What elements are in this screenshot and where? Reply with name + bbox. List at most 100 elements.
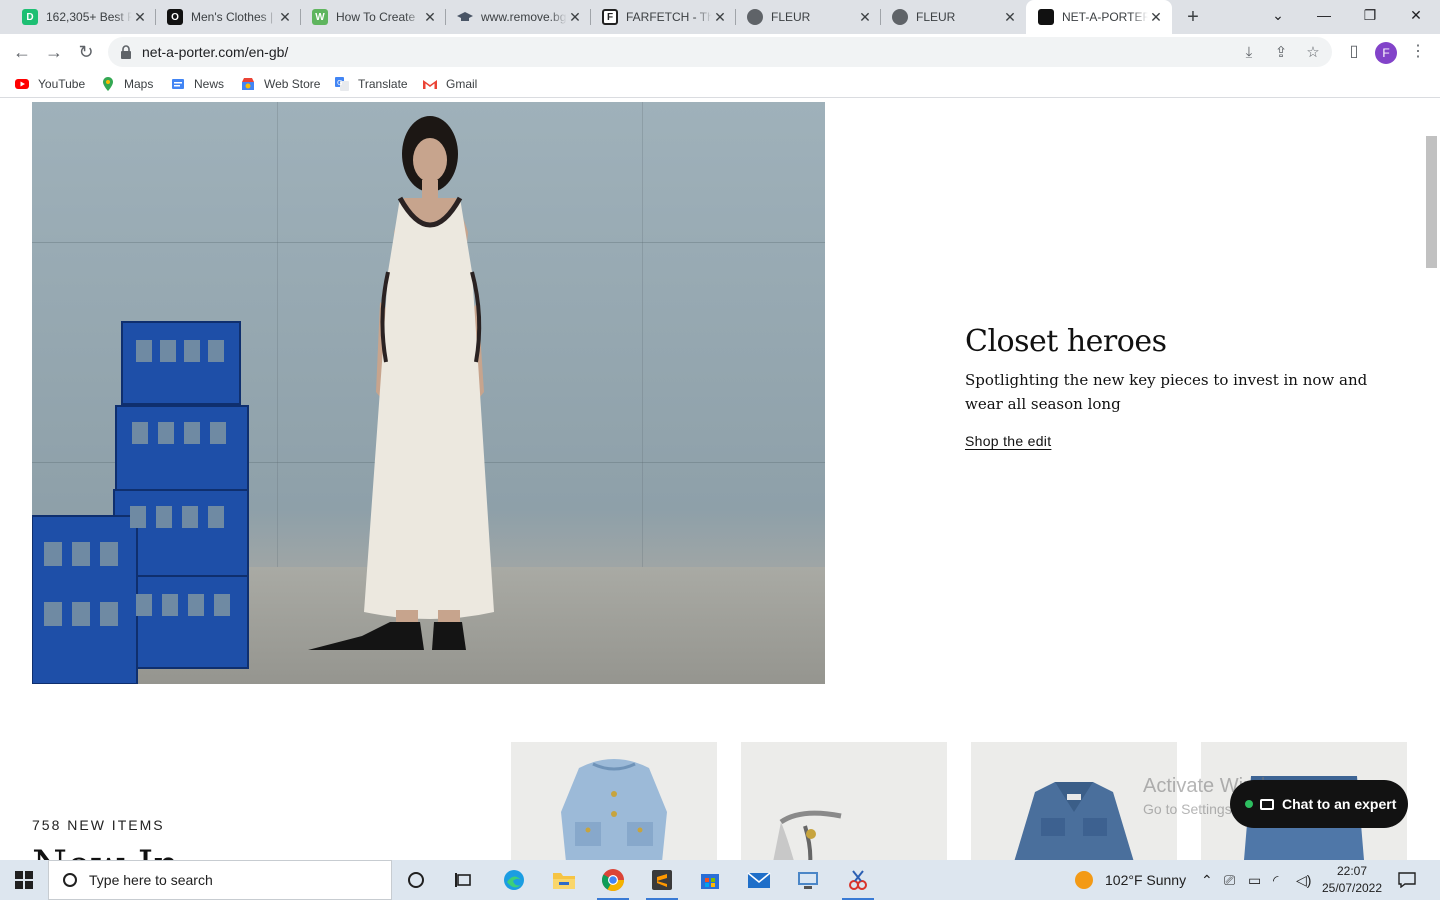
bookmark-label: News [194, 77, 225, 91]
reload-button[interactable]: ↻ [73, 39, 99, 65]
tab-title: www.remove.bg [481, 10, 567, 24]
globe-icon [747, 9, 763, 25]
product-card-heel[interactable] [741, 742, 947, 860]
battery-icon[interactable]: ▭ [1248, 860, 1261, 900]
tab-8-active[interactable]: NET-A-PORTER ✕ [1026, 0, 1172, 34]
weather-text: 102°F Sunny [1105, 872, 1187, 888]
notifications-icon[interactable] [1398, 860, 1416, 900]
minimize-button[interactable]: — [1301, 0, 1347, 30]
online-status-icon [1245, 800, 1253, 808]
close-tab-icon[interactable]: ✕ [132, 9, 148, 26]
chrome-icon[interactable] [593, 864, 633, 900]
tab-7[interactable]: FLEUR ✕ [880, 0, 1026, 34]
address-bar[interactable]: net-a-porter.com/en-gb/ ⤓ ⇪ ☆ [108, 37, 1332, 67]
bookmark-label: Maps [124, 77, 154, 91]
bookmark-gmail[interactable]: Gmail [422, 76, 477, 92]
profile-avatar[interactable]: F [1375, 42, 1397, 64]
windows-logo-icon [15, 871, 33, 889]
new-tab-button[interactable]: + [1181, 6, 1205, 28]
dribbble-favicon-icon: D [22, 9, 38, 25]
youtube-icon [14, 76, 30, 92]
chat-bubble-icon [1260, 798, 1274, 810]
bookmark-youtube[interactable]: YouTube [14, 76, 85, 92]
bookmark-web-store[interactable]: Web Store [240, 76, 320, 92]
side-panel-icon[interactable]: ▯ [1341, 39, 1367, 65]
show-hidden-icons-chevron-icon[interactable]: ⌃ [1201, 860, 1213, 900]
wifi-icon[interactable]: ◜ [1273, 860, 1278, 900]
close-tab-icon[interactable]: ✕ [422, 9, 438, 26]
tab-title: 162,305+ Best F [46, 10, 132, 24]
volume-icon[interactable]: ◁) [1296, 860, 1311, 900]
tab-title: FARFETCH - The [626, 10, 712, 24]
sublime-text-icon[interactable] [642, 864, 682, 900]
bookmark-maps[interactable]: Maps [100, 76, 153, 92]
forward-button[interactable]: → [41, 39, 67, 65]
graduation-cap-icon [457, 9, 473, 25]
more-menu-icon[interactable]: ⋮ [1405, 39, 1431, 65]
bookmark-news[interactable]: News [170, 76, 224, 92]
taskbar-clock[interactable]: 22:07 25/07/2022 [1318, 863, 1386, 897]
edge-icon[interactable] [494, 864, 534, 896]
chat-to-expert-button[interactable]: Chat to an expert [1230, 780, 1408, 828]
weather-widget[interactable]: 102°F Sunny [1075, 860, 1186, 900]
network-app-icon[interactable] [788, 864, 828, 896]
web-store-icon [240, 76, 256, 92]
back-button[interactable]: ← [9, 39, 35, 65]
scrollbar-thumb[interactable] [1426, 136, 1437, 268]
tab-5[interactable]: F FARFETCH - The ✕ [590, 0, 736, 34]
clock-time: 22:07 [1336, 864, 1368, 878]
close-window-button[interactable]: ✕ [1393, 0, 1439, 30]
restore-button[interactable]: ❐ [1347, 0, 1393, 30]
page-scrollbar[interactable] [1423, 98, 1440, 860]
cortana-icon[interactable] [396, 864, 436, 896]
meet-now-icon[interactable]: ⎚ [1224, 860, 1235, 900]
new-in-heading: New In [32, 843, 179, 860]
close-tab-icon[interactable]: ✕ [1148, 9, 1164, 26]
hero-image[interactable] [32, 102, 825, 684]
tab-1[interactable]: D 162,305+ Best F ✕ [10, 0, 156, 34]
close-tab-icon[interactable]: ✕ [712, 9, 728, 26]
site-favicon-icon: O [167, 9, 183, 25]
net-a-porter-favicon-icon [1038, 9, 1054, 25]
maps-icon [100, 76, 116, 92]
new-items-count: 758 NEW ITEMS [32, 817, 165, 833]
globe-icon [892, 9, 908, 25]
svg-text:G: G [337, 79, 342, 87]
tab-4[interactable]: www.remove.bg ✕ [445, 0, 591, 34]
tab-title: FLEUR [916, 10, 956, 24]
sun-icon [1075, 871, 1093, 889]
translate-icon: G [334, 76, 350, 92]
snipping-tool-icon[interactable] [838, 864, 878, 900]
browser-toolbar: ← → ↻ net-a-porter.com/en-gb/ ⤓ ⇪ ☆ ▯ F … [0, 34, 1440, 70]
task-view-icon[interactable] [444, 864, 484, 896]
news-icon [170, 76, 186, 92]
close-tab-icon[interactable]: ✕ [1002, 9, 1018, 26]
close-tab-icon[interactable]: ✕ [857, 9, 873, 26]
start-button[interactable] [0, 860, 48, 900]
bookmark-translate[interactable]: G Translate [334, 76, 408, 92]
shop-the-edit-link[interactable]: Shop the edit [965, 433, 1051, 449]
close-tab-icon[interactable]: ✕ [277, 9, 293, 26]
file-explorer-icon[interactable] [544, 864, 584, 896]
tab-2[interactable]: O Men's Clothes | ✕ [155, 0, 301, 34]
mail-icon[interactable] [739, 864, 779, 896]
share-icon[interactable]: ⇪ [1272, 44, 1290, 62]
metallic-heel-image [773, 810, 842, 860]
microsoft-store-icon[interactable] [690, 864, 730, 896]
tab-title: NET-A-PORTER [1062, 10, 1148, 24]
close-tab-icon[interactable]: ✕ [567, 9, 583, 26]
clock-date: 25/07/2022 [1321, 881, 1383, 895]
product-card-denim-top[interactable] [511, 742, 717, 860]
url-text[interactable]: net-a-porter.com/en-gb/ [142, 44, 288, 60]
tab-strip: D 162,305+ Best F ✕ O Men's Clothes | ✕ … [0, 0, 1440, 34]
tab-search-chevron-icon[interactable]: ⌄ [1255, 0, 1301, 30]
farfetch-favicon-icon: F [602, 9, 618, 25]
taskbar-search-box[interactable]: Type here to search [48, 860, 392, 900]
site-favicon-icon: W [312, 9, 328, 25]
tab-title: How To Create [336, 10, 416, 24]
tab-3[interactable]: W How To Create ✕ [300, 0, 446, 34]
install-app-icon[interactable]: ⤓ [1240, 44, 1258, 62]
bookmark-star-icon[interactable]: ☆ [1304, 44, 1322, 62]
tab-6[interactable]: FLEUR ✕ [735, 0, 881, 34]
tab-title: FLEUR [771, 10, 811, 24]
